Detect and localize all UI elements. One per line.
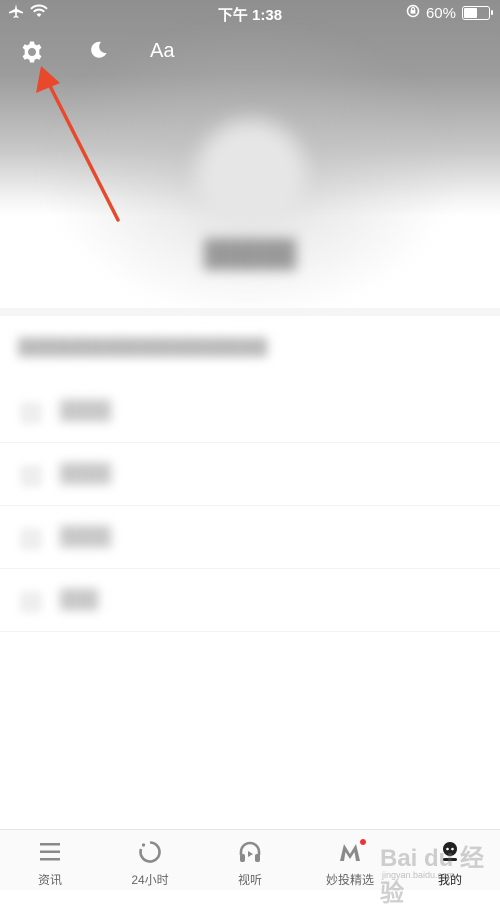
menu-item-label-blurred: ████: [60, 400, 112, 420]
gear-icon: [22, 41, 42, 63]
tab-label: 资讯: [37, 873, 62, 887]
tab-media[interactable]: 视听: [200, 830, 300, 890]
menu-item-icon: [20, 528, 42, 550]
menu-item[interactable]: ████: [0, 380, 500, 443]
tab-label: 24小时: [131, 873, 169, 887]
headphones-icon: [238, 840, 262, 864]
menu-item-icon: [20, 402, 42, 424]
tab-24h[interactable]: 24小时: [100, 830, 200, 890]
battery-percent: 60%: [425, 4, 456, 22]
menu-item[interactable]: ████: [0, 506, 500, 569]
battery-icon: [462, 6, 493, 20]
rotation-lock-icon: [406, 4, 420, 22]
font-size-button[interactable]: Aa: [150, 40, 174, 63]
menu-item[interactable]: ████: [0, 443, 500, 506]
status-bar: 下午 1:38 60%: [0, 0, 500, 26]
settings-button[interactable]: [20, 40, 44, 69]
battery-fill: [464, 8, 477, 18]
tab-picks[interactable]: 妙投精选: [300, 830, 400, 890]
tab-label: 视听: [237, 873, 262, 887]
tab-me[interactable]: 我的: [400, 830, 500, 890]
notice-banner-blurred[interactable]: ██████████████████████: [18, 330, 358, 366]
menu-item-icon: [20, 591, 42, 613]
tab-label: 妙投精选: [325, 873, 374, 887]
section-divider: [0, 308, 500, 316]
profile-toolbar: Aa: [0, 36, 500, 70]
list-icon: [38, 840, 62, 864]
tab-label: 我的: [437, 873, 462, 887]
menu-item[interactable]: ███: [0, 569, 500, 632]
profile-menu: ████ ████ ████ ███: [0, 380, 500, 632]
menu-item-label-blurred: ███: [60, 589, 99, 609]
profile-icon: [438, 840, 462, 864]
tab-news[interactable]: 资讯: [0, 830, 100, 890]
avatar[interactable]: [196, 120, 306, 230]
status-right: 60%: [406, 4, 493, 22]
menu-item-icon: [20, 465, 42, 487]
tab-bar: 资讯 24小时 视听 妙投精选 我的: [0, 829, 500, 890]
refresh-icon: [138, 840, 162, 864]
m-logo-icon: [338, 840, 362, 864]
menu-item-label-blurred: ████: [60, 463, 112, 483]
moon-icon: [91, 41, 107, 58]
notification-dot: [360, 839, 366, 845]
username-blurred[interactable]: █████: [160, 238, 340, 282]
night-mode-button[interactable]: [88, 40, 108, 65]
menu-item-label-blurred: ████: [60, 526, 112, 546]
